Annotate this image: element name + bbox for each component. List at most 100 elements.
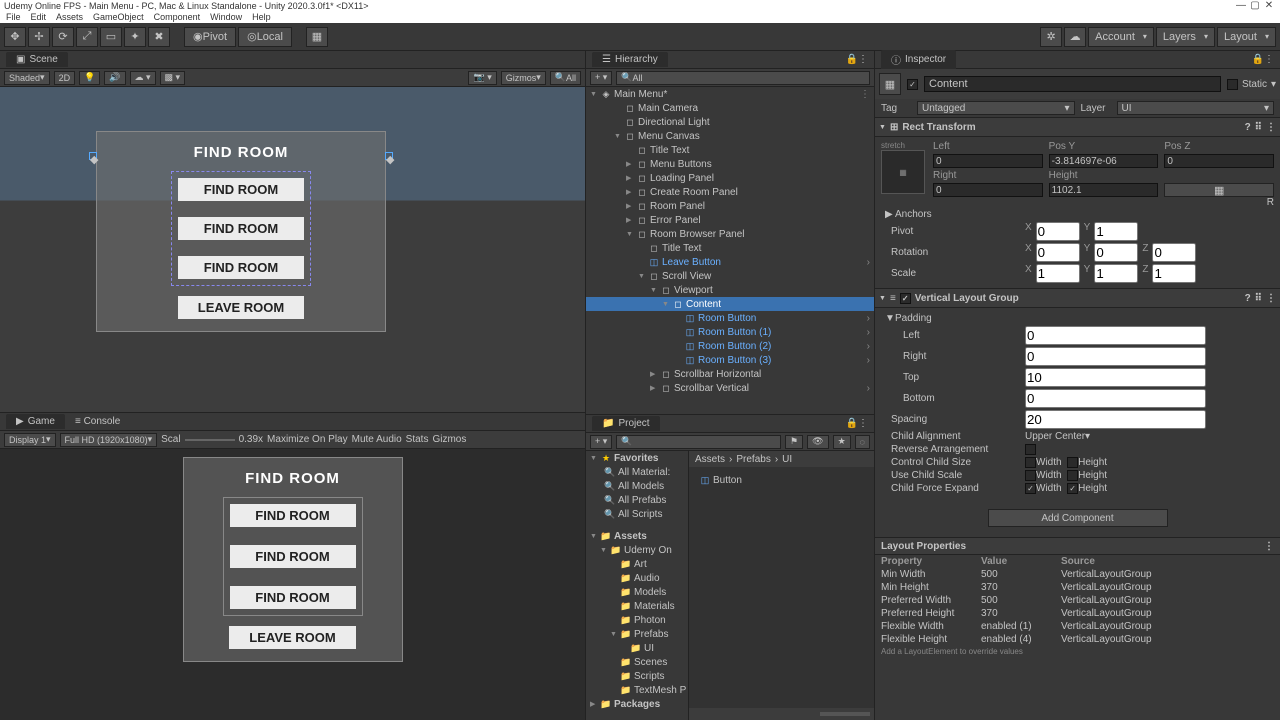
force-width-cb[interactable] — [1025, 483, 1036, 494]
hierarchy-item[interactable]: ◫Leave Button› — [586, 255, 874, 269]
active-checkbox[interactable] — [907, 79, 918, 90]
create-dropdown[interactable]: + ▾ — [590, 71, 612, 85]
hierarchy-scene[interactable]: ▼◈Main Menu*⋮ — [586, 87, 874, 101]
vlg-header[interactable]: ▼≡ Vertical Layout Group ?⠿⋮ — [875, 288, 1280, 308]
hierarchy-item[interactable]: ▶◻Error Panel — [586, 213, 874, 227]
filter-icon[interactable]: ⚑ — [785, 435, 803, 449]
menu-help[interactable]: Help — [252, 12, 271, 22]
help-icon[interactable]: ? — [1245, 293, 1251, 304]
static-toggle[interactable]: Static ▾ — [1227, 79, 1276, 90]
rect-left[interactable] — [933, 154, 1043, 168]
lock-icon[interactable]: 🔒 — [1252, 54, 1264, 65]
snap-icon[interactable]: ▦ — [306, 27, 328, 47]
layer-dropdown[interactable]: UI▾ — [1117, 101, 1275, 115]
breadcrumb-item[interactable]: Assets — [695, 454, 725, 465]
rect-tool-icon[interactable]: ▭ — [100, 27, 122, 47]
scale-z[interactable] — [1152, 264, 1196, 283]
transform-tool-icon[interactable]: ✦ — [124, 27, 146, 47]
hierarchy-item[interactable]: ▶◻Menu Buttons — [586, 157, 874, 171]
rect-posy[interactable] — [1049, 154, 1159, 168]
project-folder[interactable]: 📁Art — [586, 557, 688, 571]
layout-dropdown[interactable]: Layout — [1217, 27, 1276, 47]
assets-header[interactable]: ▼📁Assets — [586, 529, 688, 543]
project-folder[interactable]: 📁TextMesh P — [586, 683, 688, 697]
hierarchy-item[interactable]: ▼◻Viewport — [586, 283, 874, 297]
eye-icon[interactable]: 👁 — [807, 435, 828, 449]
hierarchy-item[interactable]: ▼◻Content — [586, 297, 874, 311]
project-folder[interactable]: 📁UI — [586, 641, 688, 655]
scene-search[interactable]: 🔍 All — [550, 71, 581, 85]
hierarchy-item[interactable]: ▼◻Menu Canvas — [586, 129, 874, 143]
project-folder[interactable]: 📁Models — [586, 585, 688, 599]
menu-icon[interactable]: ⋮ — [1264, 54, 1274, 65]
scale-y[interactable] — [1094, 264, 1138, 283]
scale-height-cb[interactable] — [1067, 470, 1078, 481]
menu-icon[interactable]: ⋮ — [1266, 293, 1276, 304]
favorite-item[interactable]: 🔍All Material: — [586, 465, 688, 479]
padding-foldout[interactable]: Padding — [895, 313, 932, 324]
cloud-icon[interactable]: ✲ — [1040, 27, 1062, 47]
menu-gameobject[interactable]: GameObject — [93, 12, 144, 22]
hierarchy-item[interactable]: ◻Title Text — [586, 241, 874, 255]
rect-right[interactable] — [933, 183, 1043, 197]
hierarchy-search[interactable]: 🔍 All — [616, 71, 870, 85]
rect-transform-header[interactable]: ▼⊞ Rect Transform ?⠿⋮ — [875, 117, 1280, 137]
shading-dropdown[interactable]: Shaded ▾ — [4, 71, 50, 85]
create-dropdown[interactable]: + ▾ — [590, 435, 612, 449]
favorite-item[interactable]: 🔍All Scripts — [586, 507, 688, 521]
anchor-preset[interactable]: ▦ — [881, 150, 925, 194]
account-dropdown[interactable]: Account — [1088, 27, 1154, 47]
game-opt[interactable]: Mute Audio — [352, 434, 402, 445]
project-folder[interactable]: ▼📁Udemy On — [586, 543, 688, 557]
project-folder[interactable]: ▼📁Prefabs — [586, 627, 688, 641]
favorites-header[interactable]: ▼★Favorites — [586, 451, 688, 465]
game-opt[interactable]: Gizmos — [432, 434, 466, 445]
hidden-icon[interactable]: ◌ — [855, 435, 870, 449]
custom-tool-icon[interactable]: ✖ — [148, 27, 170, 47]
scale-slider[interactable] — [185, 439, 235, 441]
light-icon[interactable]: 💡 — [79, 71, 100, 85]
zoom-slider[interactable] — [820, 712, 870, 716]
help-icon[interactable]: ? — [1245, 122, 1251, 133]
scale-width-cb[interactable] — [1025, 470, 1036, 481]
tab-hierarchy[interactable]: ☰Hierarchy — [592, 52, 668, 67]
camera-icon[interactable]: 📷 ▾ — [468, 71, 496, 85]
hierarchy-item[interactable]: ▶◻Scrollbar Vertical› — [586, 381, 874, 395]
menu-icon[interactable]: ⋮ — [858, 54, 868, 65]
scale-x[interactable] — [1036, 264, 1080, 283]
tab-inspector[interactable]: ⓘInspector — [881, 50, 956, 69]
breadcrumb-item[interactable]: Prefabs — [736, 454, 770, 465]
project-search[interactable]: 🔍 — [616, 435, 781, 449]
minimize-icon[interactable]: — — [1234, 0, 1248, 11]
hierarchy-tree[interactable]: ▼◈Main Menu*⋮ ◻Main Camera◻Directional L… — [586, 87, 874, 414]
hierarchy-item[interactable]: ▶◻Create Room Panel — [586, 185, 874, 199]
close-icon[interactable]: ✕ — [1262, 0, 1276, 11]
ctrl-height-cb[interactable] — [1067, 457, 1078, 468]
anchors-foldout[interactable]: Anchors — [895, 209, 932, 220]
project-folder[interactable]: 📁Scripts — [586, 669, 688, 683]
maximize-icon[interactable]: ▢ — [1248, 0, 1262, 11]
hierarchy-item[interactable]: ▶◻Scrollbar Horizontal — [586, 367, 874, 381]
menu-file[interactable]: File — [6, 12, 21, 22]
scene-view[interactable]: ◆ ◆ FIND ROOM FIND ROOM FIND ROOM FIND R… — [0, 87, 585, 412]
favorite-item[interactable]: 🔍All Models — [586, 479, 688, 493]
project-folder[interactable]: 📁Materials — [586, 599, 688, 613]
hierarchy-item[interactable]: ▼◻Scroll View — [586, 269, 874, 283]
layout-properties-header[interactable]: Layout Properties⋮ — [875, 537, 1280, 555]
padding-top[interactable] — [1025, 368, 1206, 387]
rotate-tool-icon[interactable]: ⟳ — [52, 27, 74, 47]
2d-toggle[interactable]: 2D — [54, 71, 76, 85]
tab-project[interactable]: 📁Project — [592, 416, 660, 431]
scale-tool-icon[interactable]: ⤢ — [76, 27, 98, 47]
breadcrumb-item[interactable]: UI — [782, 454, 792, 465]
hierarchy-item[interactable]: ▶◻Loading Panel — [586, 171, 874, 185]
audio-icon[interactable]: 🔊 — [104, 71, 125, 85]
project-item[interactable]: ◫Button — [695, 473, 868, 487]
hierarchy-item[interactable]: ▶◻Room Panel — [586, 199, 874, 213]
collab-icon[interactable]: ☁ — [1064, 27, 1086, 47]
menu-icon[interactable]: ⋮ — [1266, 122, 1276, 133]
hierarchy-item[interactable]: ◻Directional Light — [586, 115, 874, 129]
blueprint-icon[interactable]: ▦ — [1164, 183, 1274, 197]
menu-window[interactable]: Window — [210, 12, 242, 22]
project-folder[interactable]: 📁Audio — [586, 571, 688, 585]
